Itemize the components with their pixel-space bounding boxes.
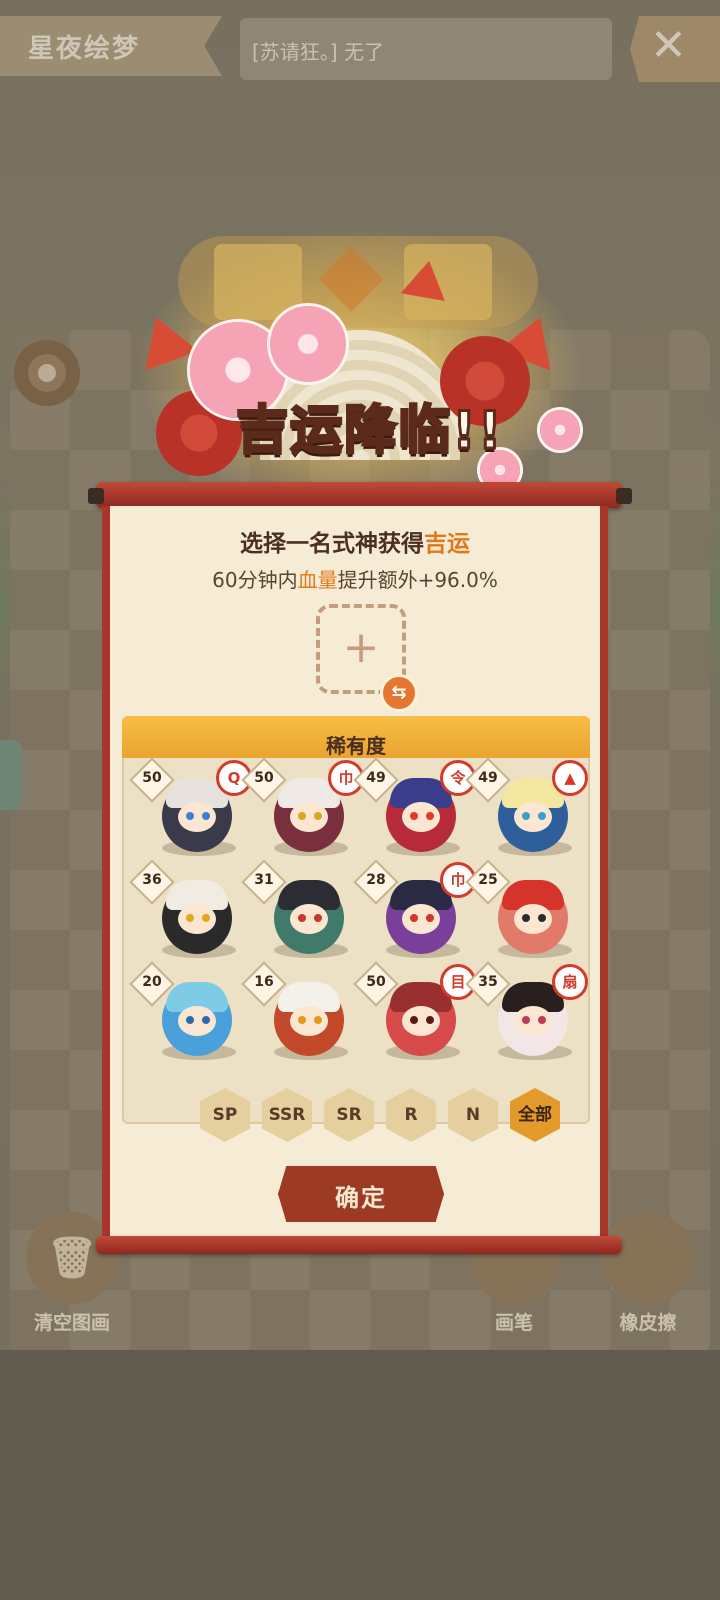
dialog-title: 选择一名式神获得吉运 (110, 524, 600, 558)
level-text: 50 (366, 974, 386, 990)
shikigami-eye (298, 812, 306, 820)
scroll-cap (616, 488, 632, 504)
diamond-icon (318, 246, 384, 312)
subtitle-prefix: 60分钟内 (212, 568, 298, 592)
shikigami-card[interactable]: 49 令 (353, 757, 476, 868)
shikigami-eye (410, 812, 418, 820)
sakura-icon (540, 410, 580, 450)
filter-all-button[interactable]: 全部 (510, 1088, 560, 1142)
filter-r-button[interactable]: R (386, 1088, 436, 1142)
shikigami-eye (202, 914, 210, 922)
shikigami-card[interactable]: 25 (465, 859, 582, 970)
dialog-title-highlight: 吉运 (424, 531, 470, 557)
scroll-rod-bottom (96, 1236, 622, 1254)
rarity-sort-dropdown[interactable]: 稀有度 ⌄ (122, 716, 590, 758)
shikigami-face (178, 904, 216, 934)
shikigami-face (402, 802, 440, 832)
subtitle-highlight: 血量 (297, 568, 338, 592)
level-text: 35 (478, 974, 498, 990)
shikigami-eye (426, 1016, 434, 1024)
level-text: 28 (366, 872, 386, 888)
shikigami-eye (186, 914, 194, 922)
shikigami-eye (410, 1016, 418, 1024)
shikigami-card[interactable]: 50 目 (353, 961, 476, 1072)
scroll-rod-top (96, 482, 622, 508)
equipment-tag-icon: 扇 (552, 964, 588, 1000)
swap-icon[interactable]: ⇆ (380, 674, 418, 712)
equipment-tag-icon: ▲ (552, 760, 588, 796)
shikigami-eye (410, 914, 418, 922)
reward-frame-left (214, 244, 302, 320)
luck-banner-title: 吉运降临!! (235, 400, 504, 463)
confirm-button[interactable]: 确定 (278, 1166, 444, 1222)
paper-crane-icon (400, 256, 452, 302)
confirm-label: 确定 (335, 1184, 387, 1212)
shikigami-card[interactable]: 28 巾 (353, 859, 476, 970)
shikigami-eye (298, 914, 306, 922)
dialog-title-text: 选择一名式神获得 (240, 531, 424, 557)
shikigami-eye (538, 812, 546, 820)
level-text: 31 (254, 872, 274, 888)
shikigami-eye (522, 1016, 530, 1024)
shikigami-face (178, 802, 216, 832)
dialog-subtitle: 60分钟内血量提升额外+96.0% (110, 564, 600, 593)
shikigami-eye (298, 1016, 306, 1024)
filter-n-button[interactable]: N (448, 1088, 498, 1142)
shikigami-eye (186, 812, 194, 820)
shikigami-face (402, 1006, 440, 1036)
chevron-down-icon: ⌄ (347, 730, 365, 754)
shikigami-eye (522, 914, 530, 922)
shikigami-eye (202, 1016, 210, 1024)
shikigami-face (290, 904, 328, 934)
shikigami-card[interactable]: 31 (241, 859, 358, 970)
shikigami-eye (314, 1016, 322, 1024)
shikigami-card[interactable]: 50 Q (129, 757, 252, 868)
shikigami-face (402, 904, 440, 934)
plus-icon: + (342, 622, 380, 673)
level-text: 36 (142, 872, 162, 888)
luck-dialog: 选择一名式神获得吉运 60分钟内血量提升额外+96.0% + ⇆ 稀有度 ⌄ 5… (102, 506, 608, 1240)
shikigami-eye (202, 812, 210, 820)
shikigami-list[interactable]: 稀有度 ⌄ 50 Q 50 巾 49 令 49 ▲ 36 31 28 巾 25 20 16 50 目 35 扇 (122, 716, 590, 1124)
level-text: 25 (478, 872, 498, 888)
shikigami-eye (314, 812, 322, 820)
shikigami-card[interactable]: 20 (129, 961, 246, 1072)
shikigami-card[interactable]: 16 (241, 961, 358, 1072)
level-text: 50 (142, 770, 162, 786)
level-text: 50 (254, 770, 274, 786)
shikigami-card[interactable]: 36 (129, 859, 246, 970)
shikigami-face (290, 802, 328, 832)
scroll-cap (88, 488, 104, 504)
subtitle-suffix: 提升额外+96.0% (337, 568, 498, 592)
filter-ssr-button[interactable]: SSR (262, 1088, 312, 1142)
shikigami-face (514, 802, 552, 832)
shikigami-card[interactable]: 50 巾 (241, 757, 364, 868)
shikigami-card[interactable]: 49 ▲ (465, 757, 588, 868)
level-text: 49 (478, 770, 498, 786)
shikigami-eye (186, 1016, 194, 1024)
reward-preview (178, 236, 538, 328)
level-text: 20 (142, 974, 162, 990)
shikigami-card[interactable]: 35 扇 (465, 961, 588, 1072)
shikigami-eye (314, 914, 322, 922)
shikigami-eye (538, 914, 546, 922)
shikigami-face (178, 1006, 216, 1036)
shikigami-eye (522, 812, 530, 820)
filter-sp-button[interactable]: SP (200, 1088, 250, 1142)
rarity-filter-bar: SP SSR SR R N 全部 (200, 1088, 580, 1144)
filter-sr-button[interactable]: SR (324, 1088, 374, 1142)
shikigami-face (290, 1006, 328, 1036)
shikigami-face (514, 904, 552, 934)
level-text: 16 (254, 974, 274, 990)
shikigami-eye (538, 1016, 546, 1024)
shikigami-eye (426, 914, 434, 922)
shikigami-face (514, 1006, 552, 1036)
level-text: 49 (366, 770, 386, 786)
shikigami-eye (426, 812, 434, 820)
sakura-icon (270, 306, 346, 382)
